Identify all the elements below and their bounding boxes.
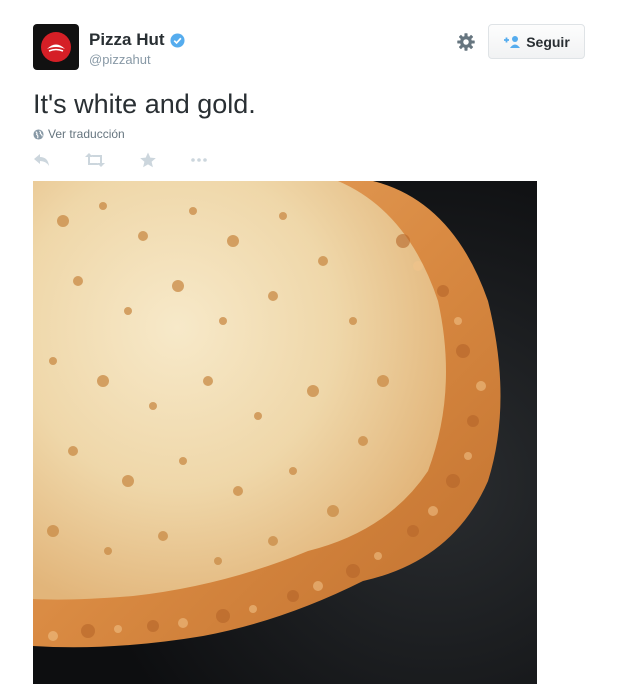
author-name[interactable]: Pizza Hut <box>89 30 165 50</box>
avatar[interactable] <box>33 24 79 70</box>
more-icon[interactable] <box>190 152 208 168</box>
tweet-actions <box>33 152 241 168</box>
follow-label: Seguir <box>526 33 570 50</box>
translate-label: Ver traducción <box>48 127 125 141</box>
author-handle[interactable]: @pizzahut <box>89 52 151 67</box>
tweet-photo[interactable] <box>33 181 537 684</box>
author-name-row: Pizza Hut <box>89 30 185 50</box>
tweet-text: It's white and gold. <box>33 89 256 119</box>
verified-badge-icon <box>170 32 185 48</box>
translate-link[interactable]: Ver traducción <box>33 127 125 141</box>
globe-icon <box>33 128 44 140</box>
reply-icon[interactable] <box>33 152 51 168</box>
follow-button[interactable]: Seguir <box>488 24 585 59</box>
star-icon[interactable] <box>139 152 157 168</box>
gear-icon[interactable] <box>455 31 477 53</box>
cheese-pizza-image <box>33 181 537 684</box>
pizza-hut-logo <box>41 32 71 62</box>
add-user-icon <box>504 35 521 48</box>
retweet-icon[interactable] <box>84 152 106 168</box>
